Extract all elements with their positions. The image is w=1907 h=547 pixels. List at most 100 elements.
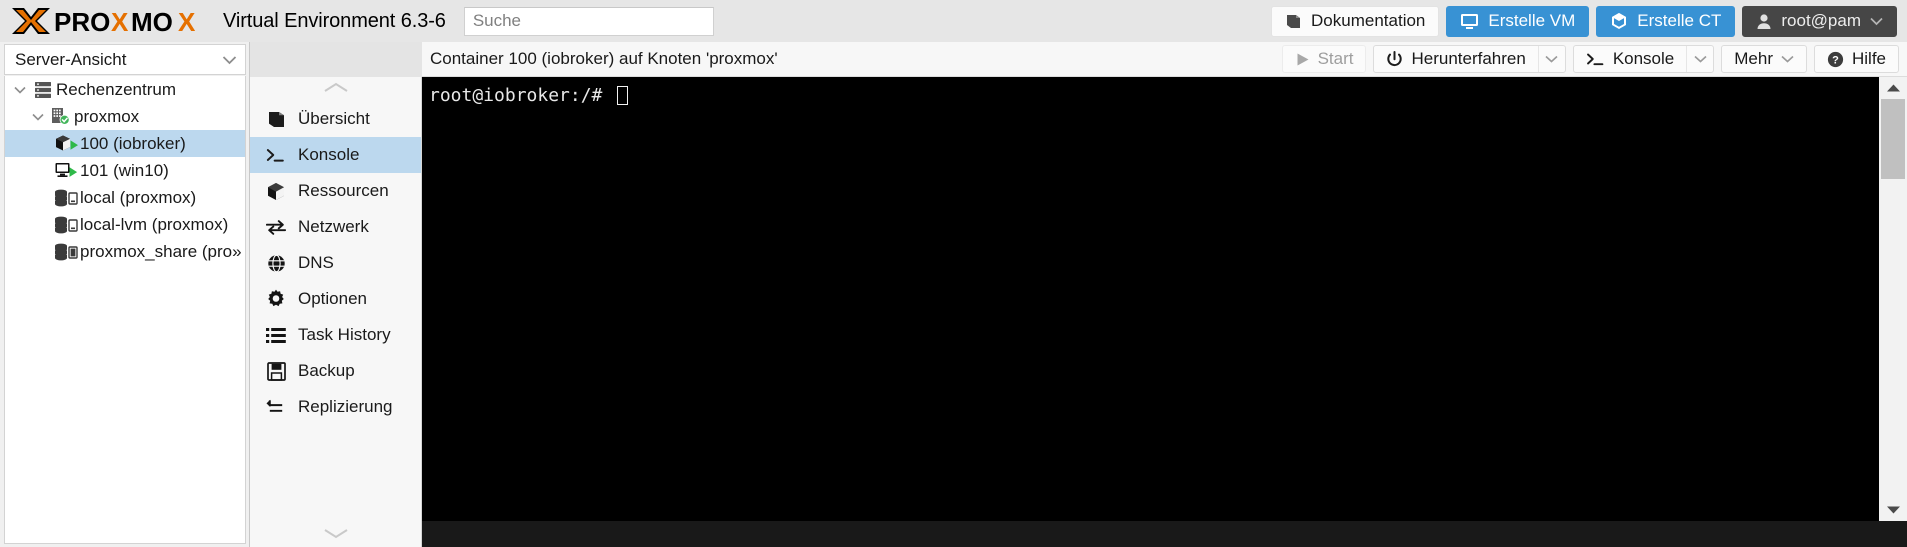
tree-item-label: proxmox [74, 106, 140, 126]
tree-item-label: 101 (win10) [80, 160, 169, 180]
tree-item-vm-101[interactable]: 101 (win10) [5, 157, 245, 184]
start-button[interactable]: Start [1281, 45, 1367, 73]
menu-item-label: Netzwerk [298, 217, 369, 236]
header-actions: Dokumentation Erstelle VM Erstelle CT ro… [1271, 5, 1899, 37]
menu-item-label: Ressourcen [298, 181, 389, 200]
help-button[interactable]: ? Hilfe [1813, 45, 1899, 73]
tree-item-proxmox-node[interactable]: proxmox [5, 103, 245, 130]
terminal-icon [1586, 52, 1605, 67]
svg-text:X: X [178, 7, 196, 36]
tree-item-storage-local-lvm[interactable]: local-lvm (proxmox) [5, 211, 245, 238]
menu-item-uebersicht[interactable]: Übersicht [250, 101, 421, 137]
scrollbar-thumb[interactable] [1881, 99, 1905, 179]
menu-item-label: Task History [298, 325, 391, 344]
play-icon [1295, 52, 1310, 67]
svg-text:MO: MO [131, 7, 173, 36]
top-header-bar: PRO X MO X Virtual Environment 6.3-6 Dok… [0, 0, 1907, 42]
terminal-row: root@iobroker:/# [422, 77, 1907, 521]
scroll-down-arrow[interactable] [1886, 499, 1901, 521]
product-version-label: Virtual Environment 6.3-6 [223, 9, 446, 32]
create-ct-button[interactable]: Erstelle CT [1596, 5, 1736, 37]
create-vm-button[interactable]: Erstelle VM [1446, 5, 1590, 37]
menu-item-backup[interactable]: Backup [250, 353, 421, 389]
globe-icon [266, 254, 286, 273]
terminal-icon [266, 146, 286, 164]
scrollbar-track[interactable] [1879, 99, 1907, 499]
console-button[interactable]: Konsole [1572, 45, 1715, 73]
storage-icon [53, 215, 80, 234]
proxmox-logo[interactable]: PRO X MO X [6, 0, 215, 42]
svg-text:PRO: PRO [54, 7, 110, 36]
menu-item-konsole[interactable]: Konsole [250, 137, 421, 173]
book-icon [1285, 13, 1302, 30]
start-label: Start [1317, 49, 1354, 68]
tree-item-ct-100[interactable]: 100 (iobroker) [5, 130, 245, 157]
floppy-icon [266, 361, 286, 381]
menu-item-replizierung[interactable]: Replizierung [250, 389, 421, 425]
user-icon [1756, 13, 1772, 30]
book-icon [266, 110, 286, 128]
power-icon [1386, 50, 1403, 68]
tree-item-label: proxmox_share (pro» [80, 241, 242, 261]
menu-item-list: Übersicht Konsole Ressourcen Netzwerk DN… [250, 101, 421, 523]
content-area: Container 100 (iobroker) auf Knoten 'pro… [422, 42, 1907, 547]
container-running-icon [53, 134, 80, 153]
chevron-down-icon [222, 50, 237, 70]
more-button[interactable]: Mehr [1721, 45, 1807, 73]
scroll-up-arrow[interactable] [1886, 77, 1901, 99]
node-icon [47, 107, 74, 126]
chevron-down-icon[interactable] [29, 113, 47, 121]
tree-item-label: local (proxmox) [80, 187, 197, 207]
shutdown-button[interactable]: Herunterfahren [1373, 45, 1566, 73]
vm-running-icon [53, 161, 80, 180]
view-selector[interactable]: Server-Ansicht [4, 44, 246, 75]
tree-item-storage-proxmox-share[interactable]: proxmox_share (pro» [5, 238, 245, 265]
menu-item-dns[interactable]: DNS [250, 245, 421, 281]
menu-item-label: Backup [298, 361, 355, 380]
shutdown-dropdown-arrow[interactable] [1537, 46, 1565, 72]
menu-item-task-history[interactable]: Task History [250, 317, 421, 353]
gear-icon [266, 289, 286, 309]
tree-item-label: 100 (iobroker) [80, 133, 186, 153]
chevron-down-icon [1870, 17, 1883, 26]
terminal-cursor [617, 86, 629, 105]
tree-item-rechenzentrum[interactable]: Rechenzentrum [5, 76, 245, 103]
chevron-down-icon [323, 525, 349, 545]
page-title: Container 100 (iobroker) auf Knoten 'pro… [430, 49, 778, 68]
tree-item-storage-local[interactable]: local (proxmox) [5, 184, 245, 211]
create-ct-label: Erstelle CT [1637, 11, 1722, 30]
content-toolbar: Container 100 (iobroker) auf Knoten 'pro… [422, 42, 1907, 77]
menu-item-label: Konsole [298, 145, 360, 164]
chevron-down-icon[interactable] [11, 86, 29, 94]
list-icon [266, 327, 286, 344]
console-label: Konsole [1612, 49, 1675, 68]
help-icon: ? [1827, 51, 1844, 68]
menu-scroll-up-button[interactable] [250, 77, 421, 101]
shutdown-label: Herunterfahren [1411, 49, 1526, 68]
menu-item-ressourcen[interactable]: Ressourcen [250, 173, 421, 209]
chevron-up-icon [323, 79, 349, 99]
console-container: root@iobroker:/# [422, 77, 1907, 547]
menu-scroll-down-button[interactable] [250, 523, 421, 547]
proxmox-app: PRO X MO X Virtual Environment 6.3-6 Dok… [0, 0, 1907, 547]
search-container [463, 6, 714, 36]
terminal-scrollbar[interactable] [1878, 77, 1907, 521]
menu-item-label: Replizierung [298, 397, 393, 416]
chevron-down-icon [1781, 55, 1794, 63]
resource-tree[interactable]: Rechenzentrum proxmox 100 (iobroker) 101… [4, 76, 246, 544]
menu-item-netzwerk[interactable]: Netzwerk [250, 209, 421, 245]
cube-icon [266, 182, 286, 201]
storage-icon [53, 242, 80, 261]
console-dropdown-arrow[interactable] [1686, 46, 1713, 72]
content-menu-panel: Übersicht Konsole Ressourcen Netzwerk DN… [250, 77, 422, 547]
network-icon [266, 218, 286, 236]
menu-item-label: Übersicht [298, 109, 370, 128]
documentation-button[interactable]: Dokumentation [1271, 5, 1440, 37]
user-label: root@pam [1781, 11, 1861, 30]
replication-icon [266, 399, 286, 416]
search-input[interactable] [463, 6, 714, 36]
menu-item-label: DNS [298, 253, 334, 272]
user-menu-button[interactable]: root@pam [1742, 5, 1897, 37]
menu-item-optionen[interactable]: Optionen [250, 281, 421, 317]
terminal-screen[interactable]: root@iobroker:/# [422, 77, 1878, 521]
